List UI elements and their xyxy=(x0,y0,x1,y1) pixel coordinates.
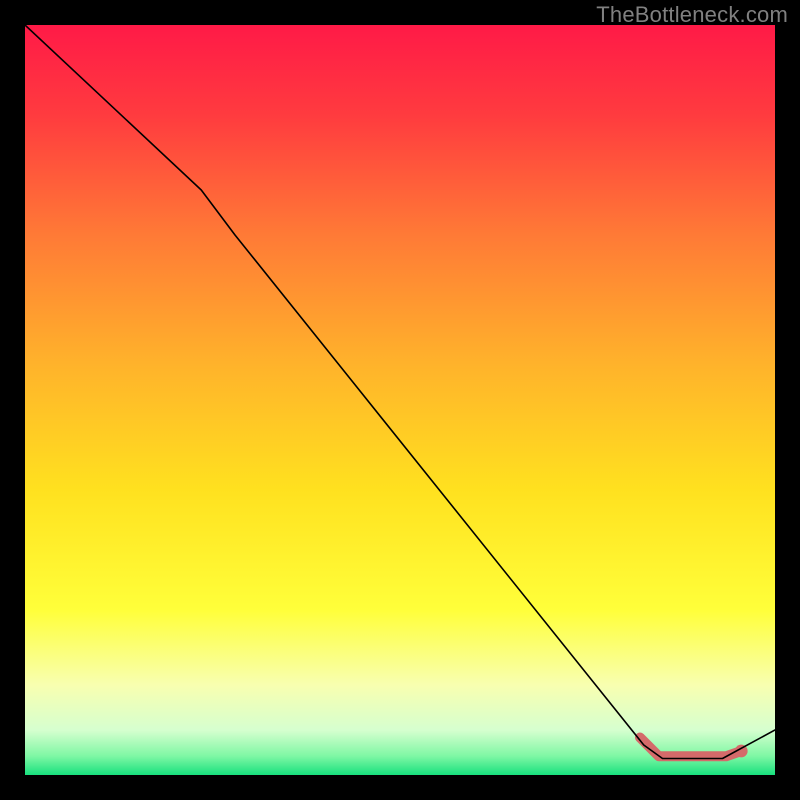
plot-curves xyxy=(25,25,775,775)
plot-area xyxy=(25,25,775,775)
watermark-text: TheBottleneck.com xyxy=(596,2,788,28)
chart-stage: TheBottleneck.com xyxy=(0,0,800,800)
bottleneck-curve-path xyxy=(25,25,775,759)
